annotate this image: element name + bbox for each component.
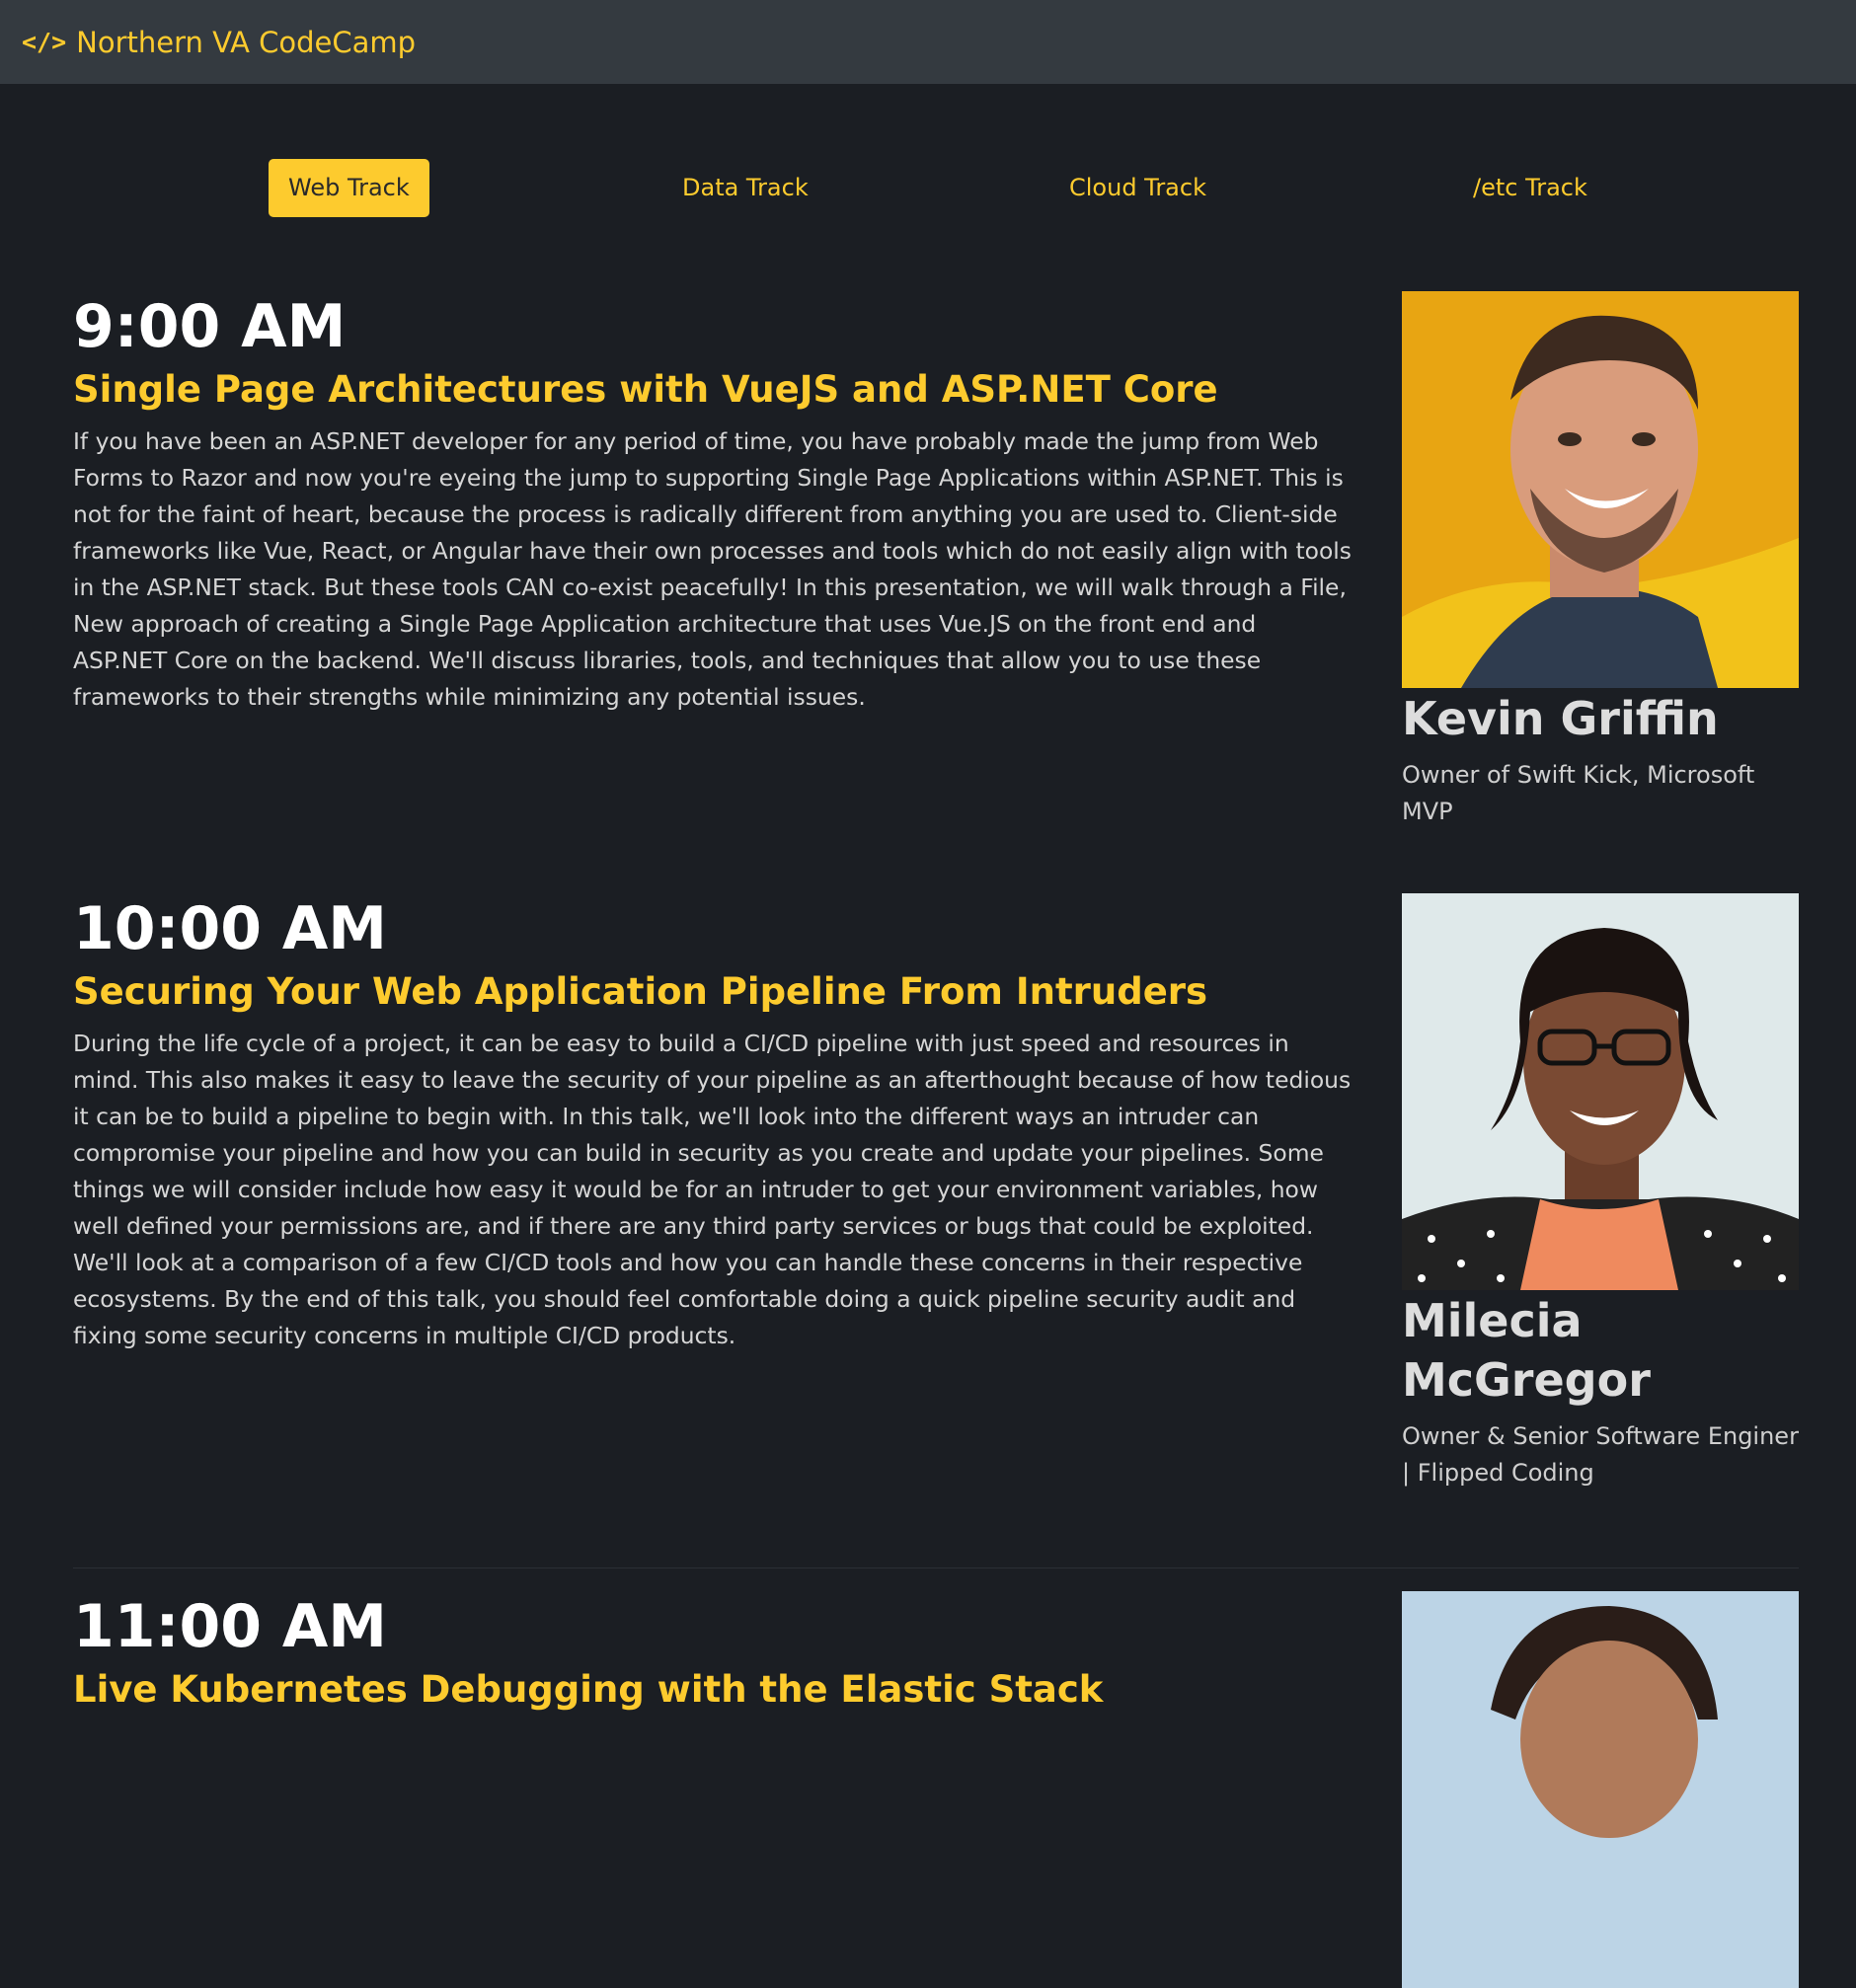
speaker-name: Milecia McGregor — [1402, 1294, 1651, 1407]
speaker-card: Milecia McGregor Owner & Senior Software… — [1402, 893, 1799, 1491]
session-details: 10:00 AM Securing Your Web Application P… — [73, 893, 1356, 1354]
speaker-name: Kevin Griffin — [1402, 692, 1719, 745]
session-time: 9:00 AM — [73, 292, 347, 361]
speaker-title: Owner of Swift Kick, Microsoft MVP — [1402, 760, 1755, 825]
session-description: If you have been an ASP.NET developer fo… — [73, 427, 1352, 712]
tab-etc-track[interactable]: /etc Track — [1453, 159, 1607, 217]
speaker-photo — [1402, 1591, 1799, 1988]
track-tabs: Web Track Data Track Cloud Track /etc Tr… — [0, 159, 1856, 217]
speaker-photo — [1402, 291, 1799, 688]
session-title[interactable]: Live Kubernetes Debugging with the Elast… — [73, 1668, 1356, 1712]
brand-link[interactable]: </> Northern VA CodeCamp — [22, 26, 416, 59]
session-divider — [73, 1567, 1799, 1568]
speaker-card — [1402, 1591, 1799, 1988]
session-title[interactable]: Securing Your Web Application Pipeline F… — [73, 970, 1356, 1014]
top-navbar: </> Northern VA CodeCamp — [0, 0, 1856, 84]
session-description: During the life cycle of a project, it c… — [73, 1030, 1352, 1350]
brand-name: Northern VA CodeCamp — [76, 25, 417, 59]
code-icon: </> — [22, 28, 67, 56]
tab-data-track[interactable]: Data Track — [662, 159, 828, 217]
session-time: 10:00 AM — [73, 894, 388, 963]
session-time: 11:00 AM — [73, 1592, 388, 1661]
tab-cloud-track[interactable]: Cloud Track — [1049, 159, 1226, 217]
session-details: 11:00 AM Live Kubernetes Debugging with … — [73, 1591, 1356, 1712]
session-title[interactable]: Single Page Architectures with VueJS and… — [73, 368, 1356, 412]
session-details: 9:00 AM Single Page Architectures with V… — [73, 291, 1356, 716]
speaker-photo — [1402, 893, 1799, 1290]
speaker-card: Kevin Griffin Owner of Swift Kick, Micro… — [1402, 291, 1799, 830]
tab-web-track[interactable]: Web Track — [269, 159, 429, 217]
speaker-title: Owner & Senior Software Enginer | Flippe… — [1402, 1421, 1799, 1487]
